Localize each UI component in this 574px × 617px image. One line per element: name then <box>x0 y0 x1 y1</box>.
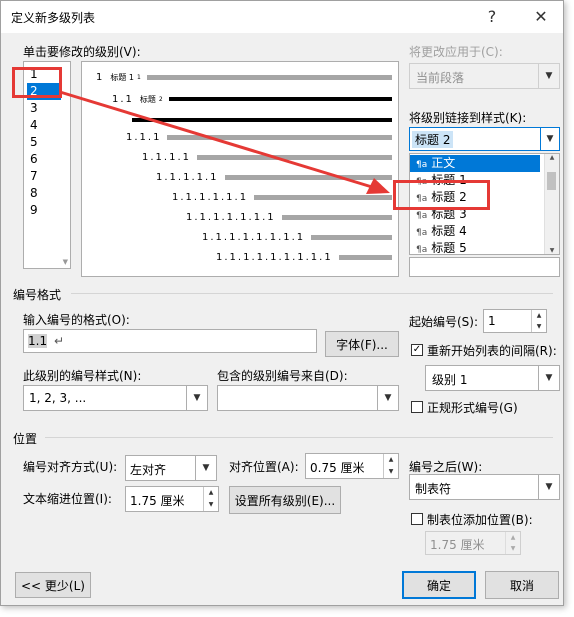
annotation-arrow-icon <box>59 90 390 194</box>
